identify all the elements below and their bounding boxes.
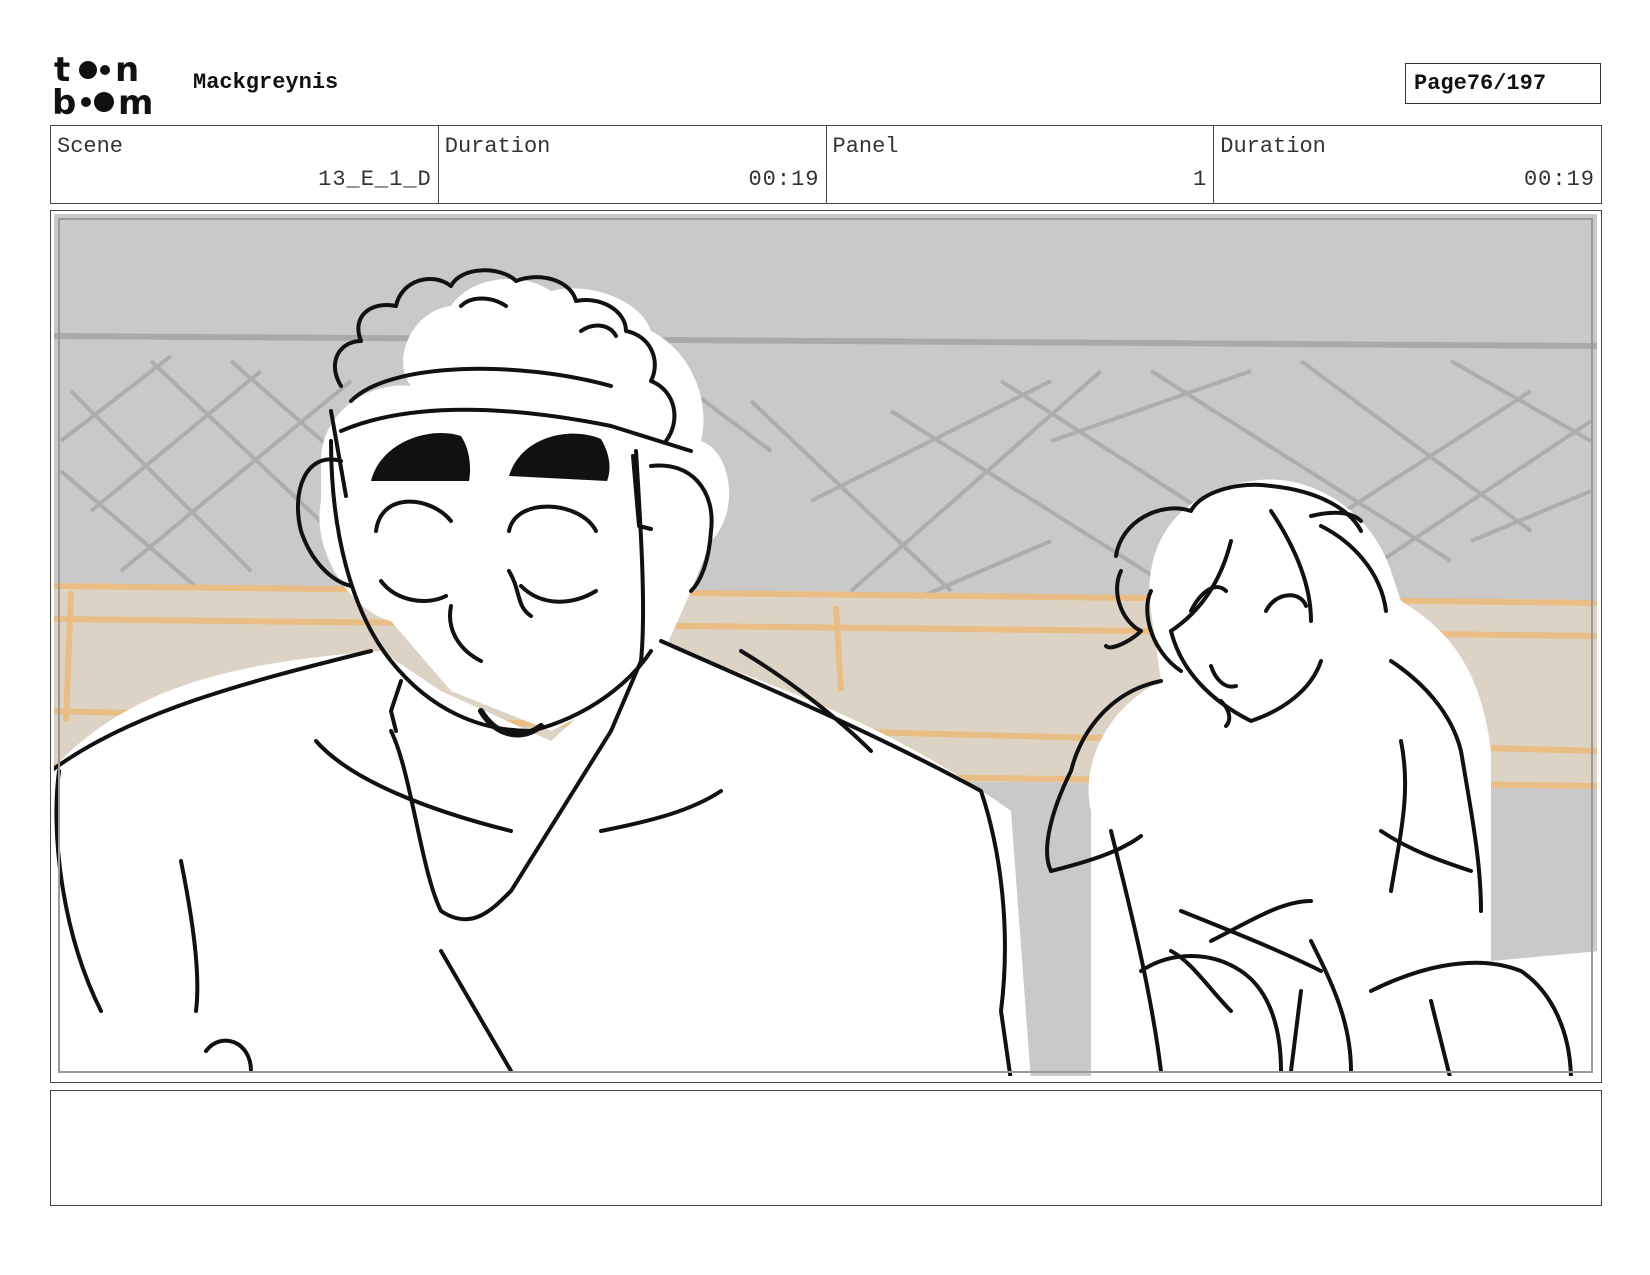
svg-text:b: b <box>52 83 76 118</box>
storyboard-panel <box>50 210 1602 1083</box>
scene-cell: Scene 13_E_1_D <box>51 126 439 203</box>
info-table: Scene 13_E_1_D Duration 00:19 Panel 1 Du… <box>50 125 1602 204</box>
panel-duration-label: Duration <box>1220 134 1326 159</box>
notes-box <box>50 1090 1602 1206</box>
panel-label: Panel <box>832 134 899 159</box>
svg-text:m: m <box>118 83 153 118</box>
page-indicator: Page 76/197 <box>1405 63 1601 104</box>
scene-duration-value: 00:19 <box>748 167 820 192</box>
toon-boom-logo: t n b m <box>52 52 153 118</box>
panel-drawing <box>54 214 1597 1076</box>
scene-label: Scene <box>57 134 124 159</box>
page-label: Page <box>1414 71 1467 96</box>
panel-duration-value: 00:19 <box>1523 167 1595 192</box>
project-title: Mackgreynis <box>193 70 339 95</box>
panel-value: 1 <box>1193 167 1208 192</box>
scene-duration-cell: Duration 00:19 <box>439 126 827 203</box>
scene-duration-label: Duration <box>444 134 551 159</box>
page-number: 76/197 <box>1466 71 1547 96</box>
scene-value: 13_E_1_D <box>318 167 432 192</box>
panel-cell: Panel 1 <box>827 126 1215 203</box>
panel-duration-cell: Duration 00:19 <box>1214 126 1601 203</box>
